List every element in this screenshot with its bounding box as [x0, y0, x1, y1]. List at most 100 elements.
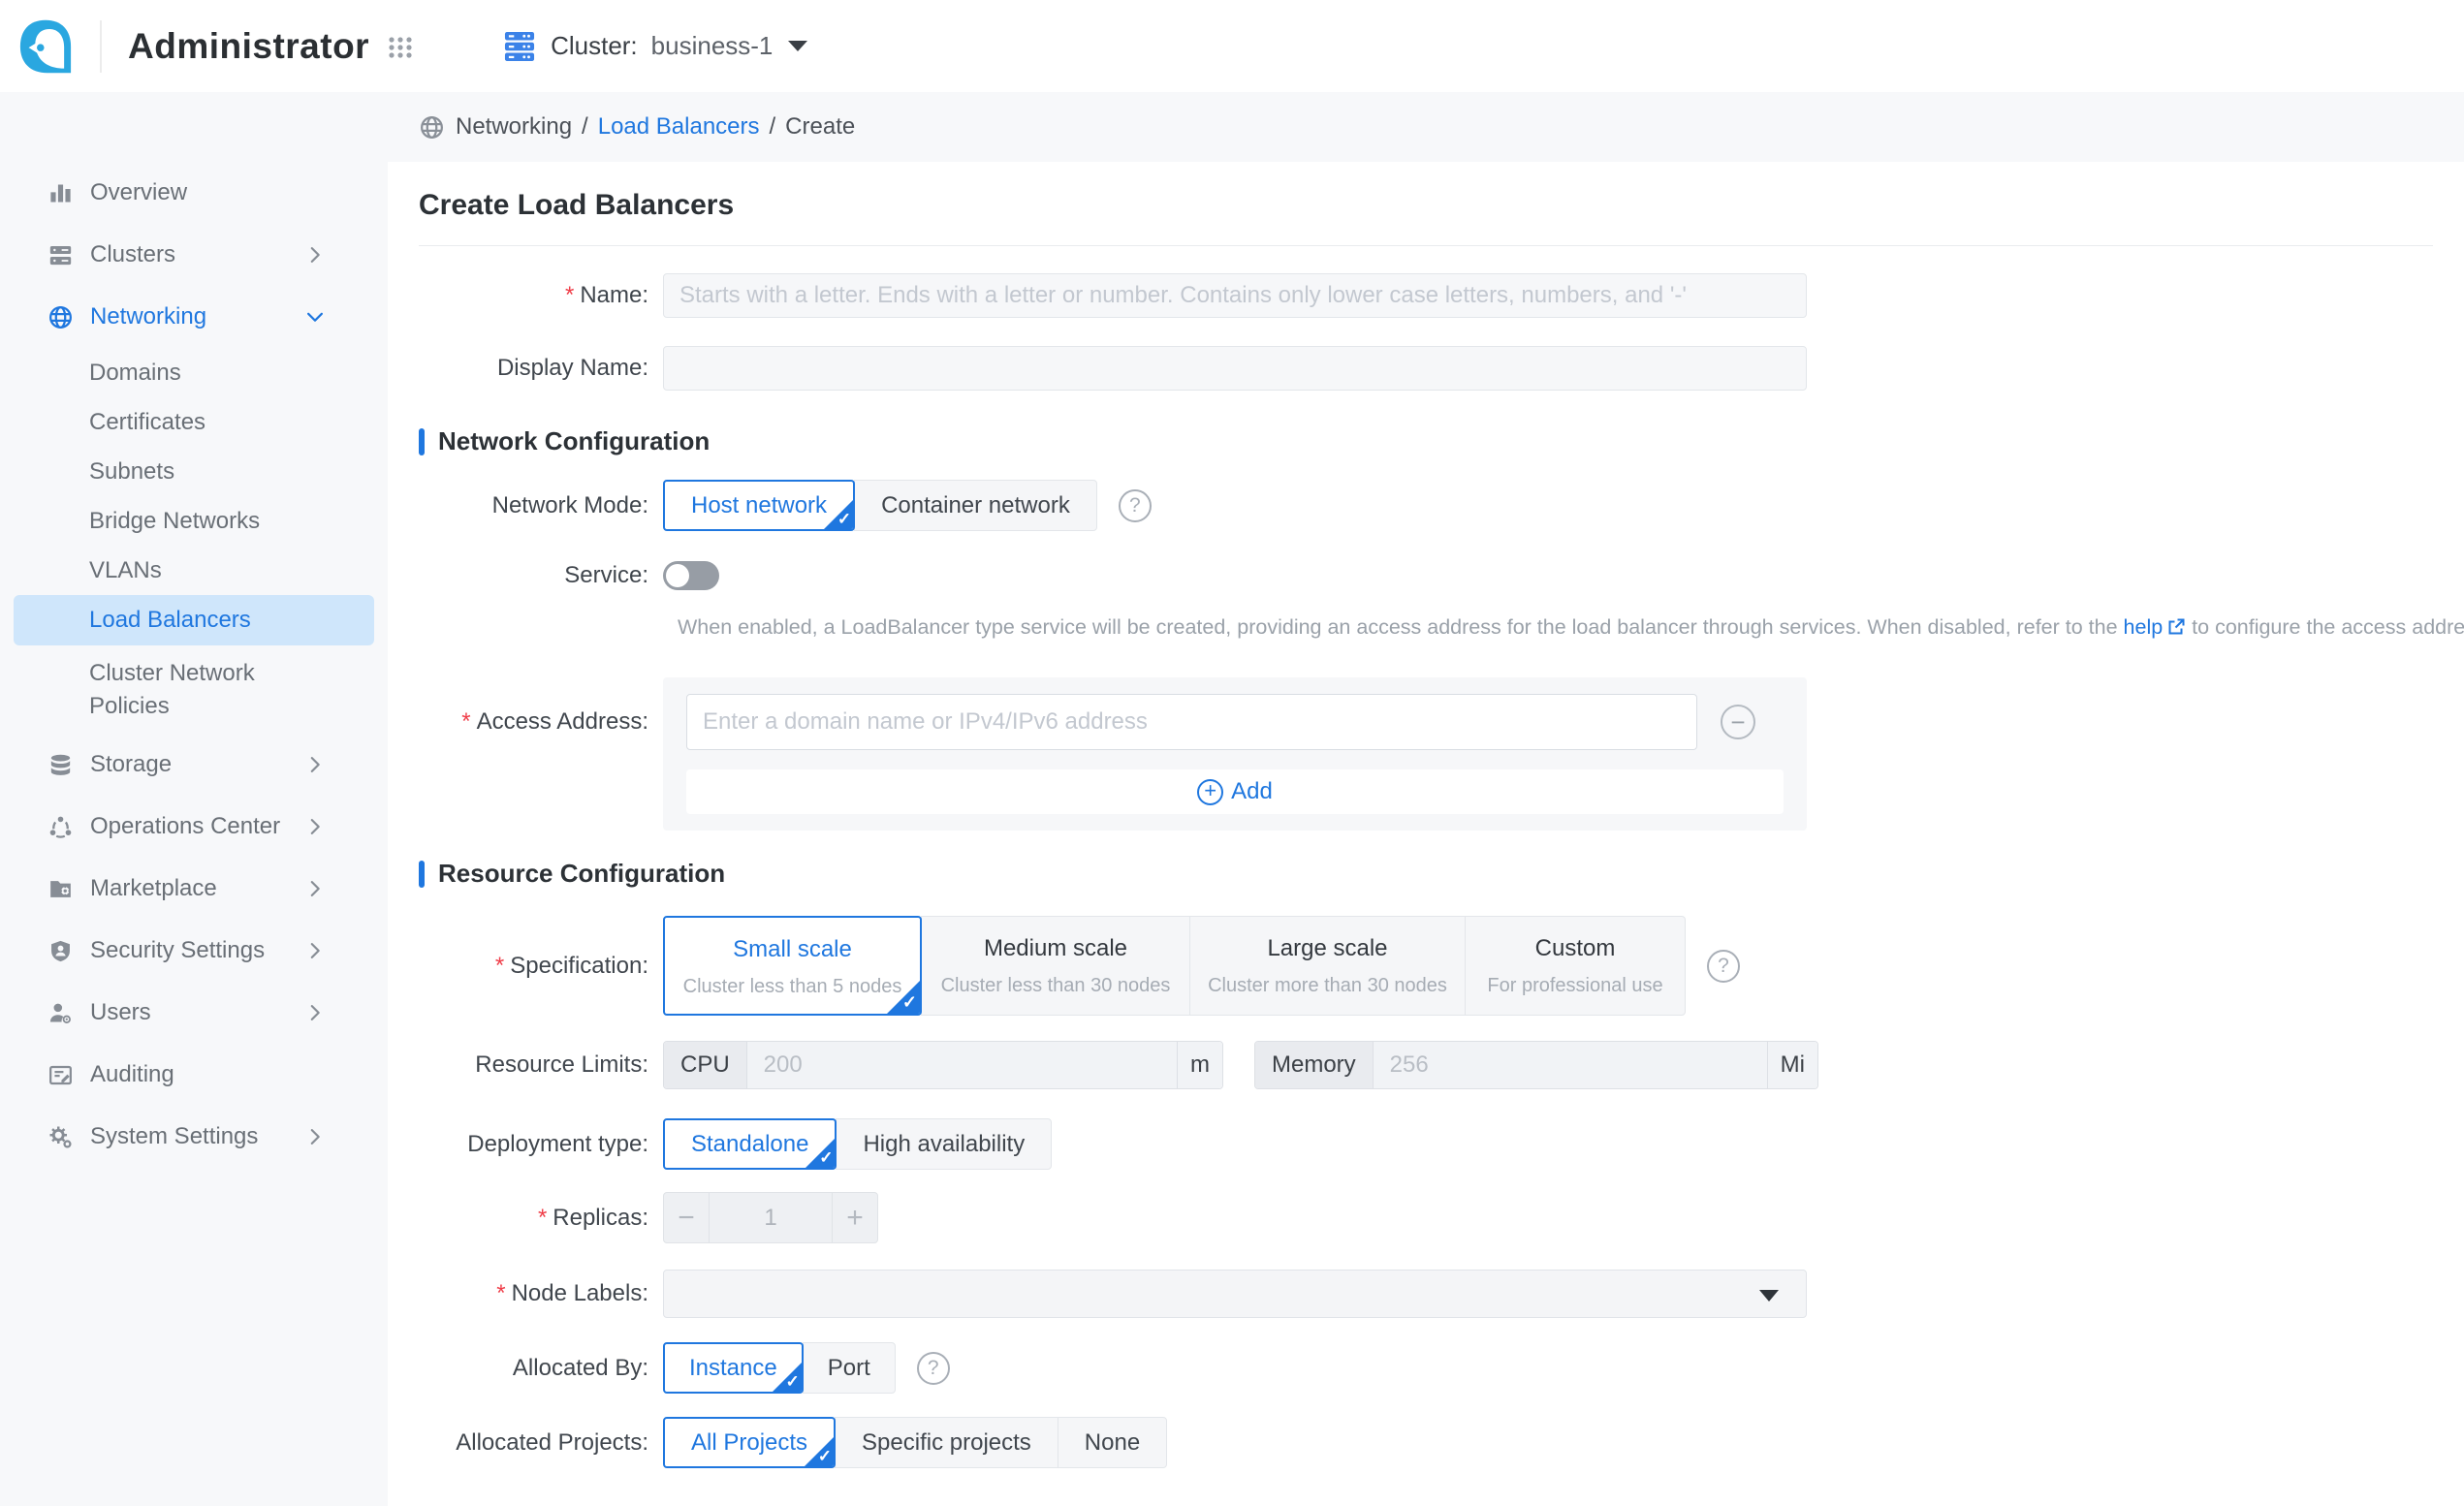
memory-limit-input[interactable]: 256: [1374, 1042, 1767, 1088]
sidebar-item-subnets[interactable]: Subnets: [0, 447, 388, 496]
specification-group: Small scale Cluster less than 5 nodes Me…: [663, 916, 1686, 1016]
access-address-row: * Access Address: − + Add: [419, 677, 2433, 831]
title-divider: [419, 245, 2433, 246]
spec-card-custom[interactable]: Custom For professional use: [1465, 916, 1686, 1016]
allocated-by-port[interactable]: Port: [803, 1342, 896, 1394]
sidebar-item-auditing[interactable]: Auditing: [0, 1044, 388, 1106]
allocated-projects-label: Allocated Projects:: [419, 1417, 663, 1468]
network-mode-container-network[interactable]: Container network: [854, 480, 1097, 531]
replicas-decrement-button[interactable]: −: [663, 1192, 710, 1243]
required-mark: *: [461, 708, 470, 736]
sidebar-item-label: Clusters: [90, 241, 175, 268]
cluster-icon: [501, 28, 538, 65]
spec-card-medium-scale[interactable]: Medium scale Cluster less than 30 nodes: [921, 916, 1190, 1016]
cluster-caret-down-icon: [788, 41, 807, 51]
help-link[interactable]: help: [2124, 615, 2164, 639]
cpu-limit-group: CPU 200 m: [663, 1041, 1223, 1089]
audit-log-icon: [47, 1062, 74, 1088]
replicas-row: * Replicas: − 1 +: [419, 1192, 2433, 1243]
section-accent-bar: [419, 428, 425, 455]
node-labels-select[interactable]: [663, 1270, 1807, 1318]
breadcrumb-current: Create: [785, 113, 855, 141]
service-toggle[interactable]: [663, 561, 719, 590]
app-title: Administrator: [128, 26, 369, 67]
sidebar-item-cluster-network-policies[interactable]: Cluster Network Policies: [0, 645, 388, 734]
allocated-by-help-icon[interactable]: ?: [917, 1352, 950, 1385]
required-mark: *: [538, 1205, 547, 1232]
sidebar-item-domains[interactable]: Domains: [0, 348, 388, 397]
sidebar-item-label: Operations Center: [90, 813, 280, 840]
specification-help-icon[interactable]: ?: [1707, 950, 1740, 983]
network-mode-label: Network Mode:: [419, 480, 663, 531]
sidebar-item-operations-center[interactable]: Operations Center: [0, 796, 388, 858]
network-mode-host-network[interactable]: Host network: [663, 480, 855, 531]
servers-icon: [47, 242, 74, 268]
deployment-standalone[interactable]: Standalone: [663, 1118, 837, 1170]
network-mode-row: Network Mode: Host network Container net…: [419, 480, 2433, 531]
memory-prefix-label: Memory: [1255, 1042, 1374, 1088]
allocated-by-instance[interactable]: Instance: [663, 1342, 804, 1394]
cpu-unit-label: m: [1177, 1042, 1222, 1088]
shield-icon: [47, 938, 74, 964]
breadcrumb-link-load-balancers[interactable]: Load Balancers: [598, 113, 760, 141]
select-caret-down-icon: [1759, 1290, 1779, 1302]
sidebar-item-label: Storage: [90, 751, 172, 778]
cpu-limit-input[interactable]: 200: [747, 1042, 1177, 1088]
service-label: Service:: [419, 561, 663, 590]
app-logo-icon: [17, 18, 74, 75]
sidebar-item-system-settings[interactable]: System Settings: [0, 1106, 388, 1168]
network-mode-help-icon[interactable]: ?: [1119, 489, 1152, 522]
deployment-type-label: Deployment type:: [419, 1118, 663, 1170]
replicas-value[interactable]: 1: [709, 1192, 833, 1243]
bar-chart-icon: [47, 180, 74, 206]
plus-circle-icon: +: [1197, 779, 1223, 805]
replicas-label: * Replicas:: [419, 1192, 663, 1243]
sidebar-item-clusters[interactable]: Clusters: [0, 224, 388, 286]
sidebar-nav: Overview Clusters Networking Domains Cer…: [0, 92, 388, 1506]
sidebar-item-certificates[interactable]: Certificates: [0, 397, 388, 447]
sidebar-item-storage[interactable]: Storage: [0, 734, 388, 796]
spec-card-large-scale[interactable]: Large scale Cluster more than 30 nodes: [1189, 916, 1466, 1016]
access-address-input[interactable]: [686, 694, 1697, 750]
sidebar-item-vlans[interactable]: VLANs: [0, 546, 388, 595]
app-switcher-icon[interactable]: [385, 31, 416, 62]
allocated-projects-group: All Projects Specific projects None: [663, 1417, 1167, 1468]
replicas-increment-button[interactable]: +: [832, 1192, 878, 1243]
specification-label: * Specification:: [419, 916, 663, 1016]
sidebar-item-networking[interactable]: Networking: [0, 286, 388, 348]
breadcrumb: Networking / Load Balancers / Create: [388, 92, 2464, 162]
node-labels-label: * Node Labels:: [419, 1270, 663, 1318]
remove-address-icon[interactable]: −: [1721, 705, 1755, 739]
access-address-label: * Access Address:: [419, 677, 663, 831]
sidebar-item-load-balancers[interactable]: Load Balancers: [14, 595, 374, 645]
sidebar-item-users[interactable]: Users: [0, 982, 388, 1044]
allocated-by-row: Allocated By: Instance Port ?: [419, 1342, 2433, 1394]
main-content: Networking / Load Balancers / Create Cre…: [388, 92, 2464, 1506]
section-accent-bar: [419, 861, 425, 888]
sidebar-item-marketplace[interactable]: Marketplace: [0, 858, 388, 920]
required-mark: *: [565, 282, 574, 309]
resource-limits-row: Resource Limits: CPU 200 m Memory 256 Mi: [419, 1041, 2433, 1089]
spec-card-small-scale[interactable]: Small scale Cluster less than 5 nodes: [663, 916, 922, 1016]
cpu-prefix-label: CPU: [664, 1042, 747, 1088]
sidebar-item-overview[interactable]: Overview: [0, 162, 388, 224]
cluster-selector[interactable]: Cluster: business-1: [501, 28, 807, 65]
sidebar-item-security-settings[interactable]: Security Settings: [0, 920, 388, 982]
allocated-projects-none[interactable]: None: [1058, 1417, 1167, 1468]
memory-unit-label: Mi: [1767, 1042, 1817, 1088]
form-card: Create Load Balancers * Name: Display Na…: [388, 162, 2464, 1506]
chevron-down-icon: [304, 306, 326, 328]
sidebar-item-bridge-networks[interactable]: Bridge Networks: [0, 496, 388, 546]
breadcrumb-separator: /: [770, 113, 776, 141]
sidebar-item-label: Marketplace: [90, 875, 217, 902]
chevron-right-icon: [304, 1002, 326, 1023]
display-name-input[interactable]: [663, 346, 1807, 391]
allocated-projects-specific[interactable]: Specific projects: [835, 1417, 1058, 1468]
name-input[interactable]: [663, 273, 1807, 318]
add-address-button[interactable]: + Add: [686, 769, 1784, 814]
sidebar-item-label: Users: [90, 999, 151, 1026]
chevron-right-icon: [304, 754, 326, 775]
deployment-type-group: Standalone High availability: [663, 1118, 1052, 1170]
deployment-high-availability[interactable]: High availability: [836, 1118, 1052, 1170]
allocated-projects-all[interactable]: All Projects: [663, 1417, 836, 1468]
